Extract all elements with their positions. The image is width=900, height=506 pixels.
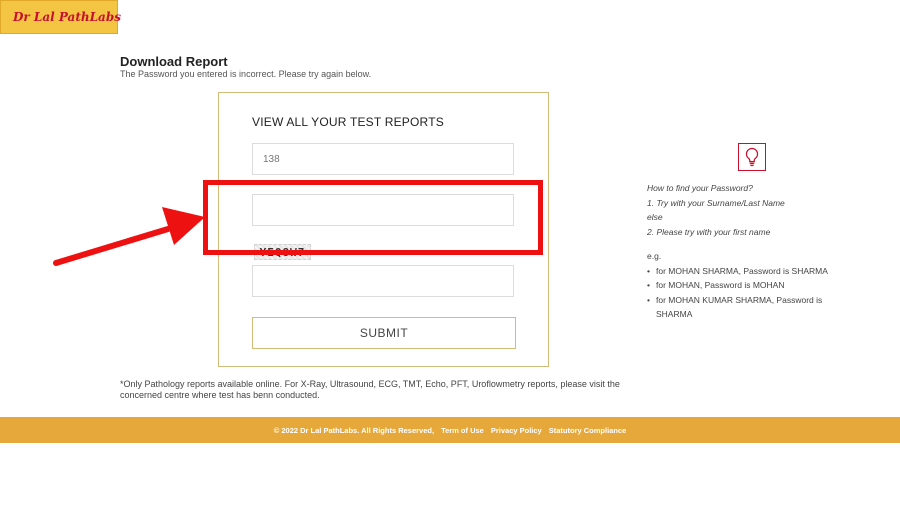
disclaimer-text: *Only Pathology reports available online… [120, 379, 620, 400]
password-input[interactable] [252, 194, 514, 226]
footer: © 2022 Dr Lal PathLabs. All Rights Reser… [0, 417, 900, 443]
error-message: The Password you entered is incorrect. P… [120, 69, 372, 79]
annotation-arrow-icon [53, 207, 205, 266]
hint-example-list: for MOHAN SHARMA, Password is SHARMA for… [647, 264, 847, 322]
lab-number-input[interactable] [252, 143, 514, 175]
footer-copyright: © 2022 Dr Lal PathLabs. All Rights Reser… [273, 425, 435, 435]
form-title: VIEW ALL YOUR TEST REPORTS [252, 115, 444, 129]
footer-privacy-link[interactable]: Privacy Policy [491, 426, 542, 435]
footer-terms-link[interactable]: Term of Use [441, 426, 484, 435]
submit-button[interactable]: SUBMIT [252, 317, 516, 349]
page-title: Download Report [120, 54, 228, 69]
footer-compliance-link[interactable]: Statutory Compliance [549, 426, 627, 435]
list-item: for MOHAN KUMAR SHARMA, Password is SHAR… [647, 293, 847, 322]
captcha-input[interactable] [252, 265, 514, 297]
hint-step-1: 1. Try with your Surname/Last Name [647, 197, 785, 208]
captcha-image: YEQ8W7 [254, 244, 311, 260]
list-item: for MOHAN, Password is MOHAN [647, 278, 847, 293]
hint-step-2: 2. Please try with your first name [647, 226, 771, 237]
password-hint: How to find your Password? 1. Try with y… [647, 181, 847, 322]
hint-example-label: e.g. [647, 251, 662, 261]
report-form-box: VIEW ALL YOUR TEST REPORTS YEQ8W7 SUBMIT [218, 92, 549, 367]
lightbulb-icon [738, 143, 766, 171]
hint-title: How to find your Password? [647, 183, 753, 193]
brand-logo[interactable]: Dr Lal PathLabs [0, 0, 121, 34]
list-item: for MOHAN SHARMA, Password is SHARMA [647, 264, 847, 279]
hint-else: else [647, 212, 663, 222]
logo-text: Dr Lal PathLabs [13, 10, 121, 24]
